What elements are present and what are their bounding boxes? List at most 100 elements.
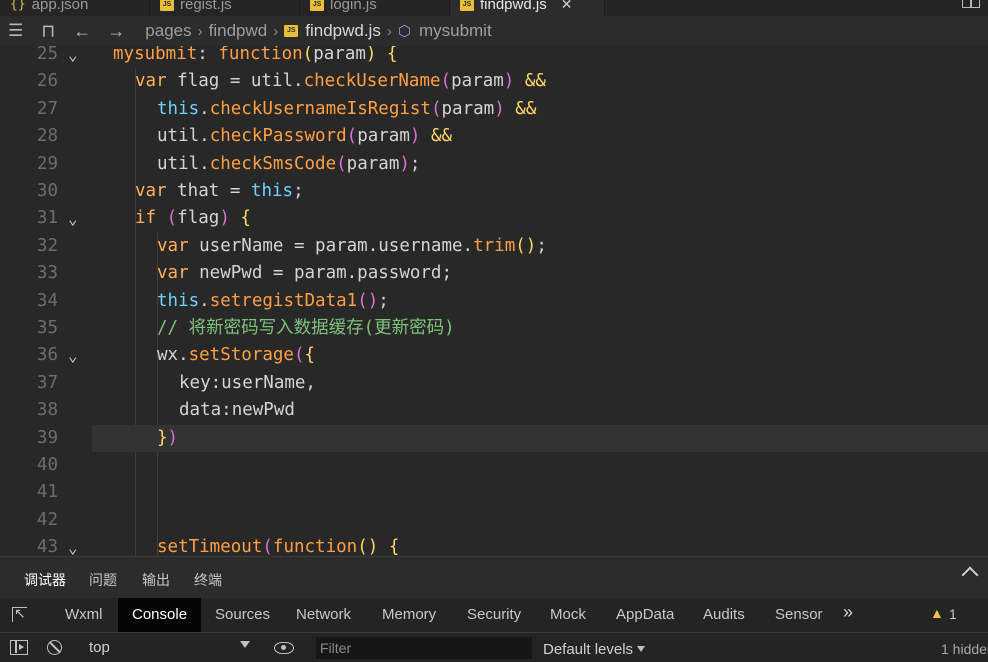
breadcrumb-segment[interactable]: findpwd [209,21,268,41]
code-line[interactable]: 28 util.checkPassword(param) && [0,123,988,150]
panel-tab-debugger[interactable]: 调试器 [24,570,66,600]
code-token: ( [440,71,452,92]
code-token: var [135,181,167,201]
code-text: mysubmit: function(param) { [113,46,398,68]
tab-login-js[interactable]: JS login.js [300,0,450,16]
fold-chevron-icon[interactable]: ⌄ [68,205,78,232]
devtools-tab-sources[interactable]: Sources [215,598,270,632]
devtools-tab-security[interactable]: Security [467,598,521,632]
breadcrumb-segment[interactable]: mysubmit [419,21,492,41]
code-line[interactable]: 37 key:userName, [0,370,988,397]
code-token: ( [166,208,178,229]
clear-console-icon[interactable] [47,640,62,655]
devtools-tab-wxml[interactable]: Wxml [65,598,103,632]
devtools-tab-console[interactable]: Console [118,598,202,632]
code-line[interactable]: 29 util.checkSmsCode(param); [0,151,988,178]
code-token: flag = util. [166,71,304,92]
code-token: var [157,263,189,284]
breadcrumb: ☰ ⊓ ← → pages › findpwd › JS findpwd.js … [0,16,988,46]
warning-count[interactable]: 1 [949,606,957,622]
fold-chevron-icon[interactable]: ⌄ [68,342,78,369]
code-line[interactable]: 35 // 将新密码写入数据缓存(更新密码) [0,315,988,342]
code-line[interactable]: 40 [0,452,988,479]
code-text: key:userName, [113,370,316,397]
line-number: 25 [36,46,58,64]
line-number: 37 [36,372,58,393]
code-token: var [157,235,189,256]
code-line[interactable]: 30 var that = this; [0,178,988,205]
fold-chevron-icon[interactable]: ⌄ [68,534,78,556]
code-line[interactable]: 32 var userName = param.username.trim(); [0,233,988,260]
line-number: 36 [36,345,58,366]
panel-tab-terminal[interactable]: 终端 [194,570,222,590]
split-editor-icon[interactable] [962,0,980,8]
code-token: this [157,98,200,119]
code-token: : [197,46,219,64]
code-line[interactable]: 26 var flag = util.checkUserName(param) &… [0,68,988,95]
code-token: :newPwd [221,400,295,421]
back-arrow-icon[interactable]: ← [73,21,91,42]
code-token: setStorage [188,345,294,366]
forward-arrow-icon[interactable]: → [107,21,125,42]
code-line[interactable]: 33 var newPwd = param.password; [0,260,988,287]
code-text: var that = this; [113,178,304,205]
devtools-tab-memory[interactable]: Memory [382,598,436,632]
code-token: . [199,290,210,311]
log-levels-dropdown[interactable]: Default levels [543,641,646,658]
code-token: key [179,372,211,393]
code-line[interactable]: 41 [0,479,988,506]
close-icon[interactable]: ✕ [561,0,573,13]
context-value: top [89,639,110,656]
code-line[interactable]: 27 this.checkUsernameIsRegist(param) && [0,96,988,123]
tab-app-json[interactable]: {} app.json [0,0,150,16]
code-text: var flag = util.checkUserName(param) && [113,68,546,95]
chevron-right-icon: › [273,22,279,40]
code-line[interactable]: 42 [0,507,988,534]
code-token: ) [399,153,410,174]
line-number: 39 [36,427,58,448]
code-token: ) [409,126,421,147]
devtools-tab-audits[interactable]: Audits [703,598,745,632]
code-line[interactable]: 39}) [37,424,988,452]
devtools-tab-sensor[interactable]: Sensor [775,598,823,632]
devtools-tab-mock[interactable]: Mock [550,598,586,632]
code-token: { [304,345,316,366]
more-tabs-icon[interactable]: » [843,602,853,623]
panel-tab-problems[interactable]: 问题 [89,570,117,590]
code-token: && [420,126,453,147]
devtools-tab-network[interactable]: Network [296,598,351,632]
code-token: ( [293,345,305,366]
dropdown-caret-icon[interactable] [240,641,250,648]
code-line[interactable]: 38 data:newPwd [0,397,988,424]
chevron-up-icon[interactable] [961,566,979,584]
context-selector[interactable]: top [78,637,258,659]
code-token: // 将新密码写入数据缓存(更新密码) [157,318,455,338]
outline-list-icon[interactable]: ☰ [8,21,23,41]
bookmark-icon[interactable]: ⊓ [41,21,55,42]
breadcrumb-segment[interactable]: pages [145,21,191,41]
eye-icon[interactable] [274,642,294,654]
filter-input[interactable] [316,637,532,659]
code-line[interactable]: 25 ⌄ mysubmit: function(param) { [0,46,988,68]
code-line[interactable]: 31 ⌄ if (flag) { [0,205,988,232]
code-editor[interactable]: 25 ⌄ mysubmit: function(param) {26 var flag… [0,46,988,556]
code-token: userName = param.username. [188,235,474,256]
code-token: ( [430,98,442,119]
code-token: ; [293,181,304,201]
tab-regist-js[interactable]: JS regist.js [150,0,300,16]
tab-label: app.json [31,0,89,13]
warning-icon[interactable]: ▲ [930,605,944,621]
inspect-element-icon[interactable] [12,605,27,622]
code-token: ( [336,153,347,174]
code-line[interactable]: 43 ⌄ setTimeout(function() { [0,534,988,556]
fold-chevron-icon[interactable]: ⌄ [68,46,78,68]
devtools-tab-appdata[interactable]: AppData [616,598,674,632]
breadcrumb-segment[interactable]: findpwd.js [305,21,381,41]
code-line[interactable]: 34 this.setregistData1(); [0,288,988,315]
tab-findpwd-js[interactable]: JS findpwd.js ✕ [450,0,605,16]
code-text: this.checkUsernameIsRegist(param) && [113,96,536,123]
panel-tab-output[interactable]: 输出 [142,570,170,590]
show-sidebar-icon[interactable] [10,640,28,655]
code-token: param [441,98,495,119]
code-line[interactable]: 36 ⌄ wx.setStorage({ [0,342,988,369]
